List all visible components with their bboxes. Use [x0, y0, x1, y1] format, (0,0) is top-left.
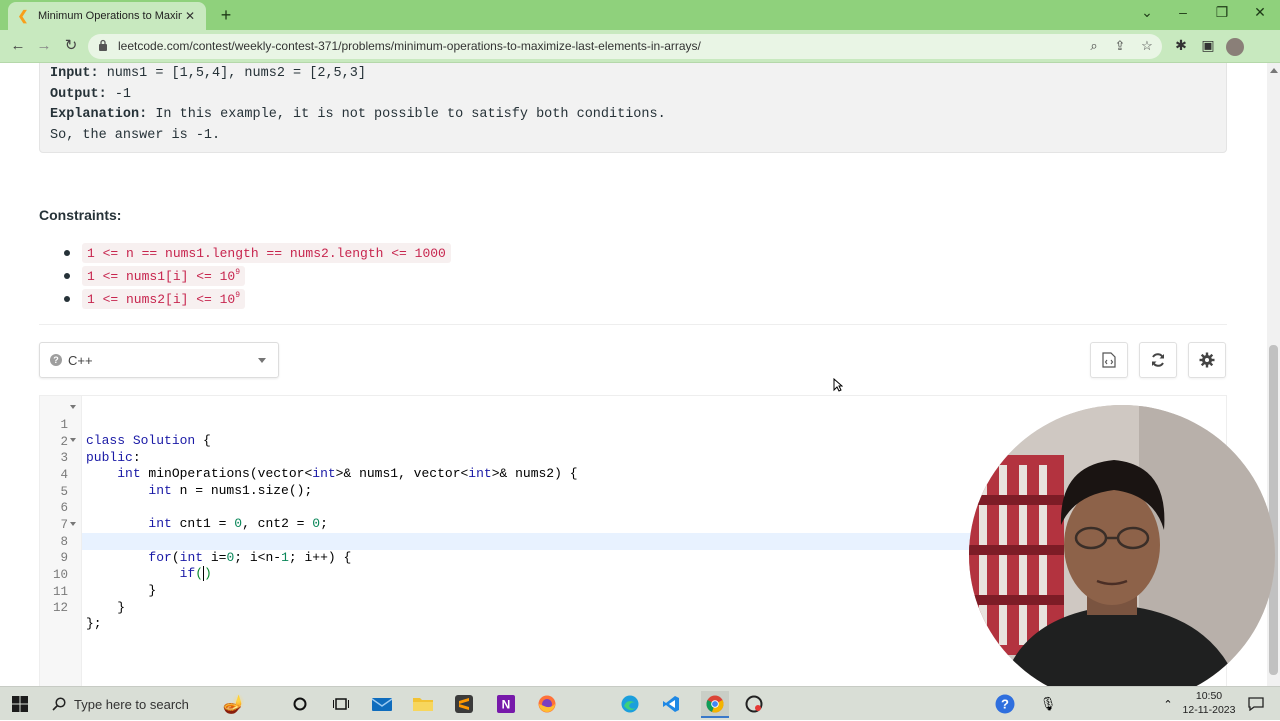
- windows-taskbar: Type here to search 🪔 N ? 🎙 ⌃ 10:50 12-1…: [0, 686, 1280, 720]
- close-window-icon[interactable]: ✕: [1250, 4, 1270, 21]
- forward-icon[interactable]: →: [35, 37, 53, 55]
- example-explanation-cont: So, the answer is -1.: [50, 127, 221, 143]
- fold-icon[interactable]: [70, 405, 76, 409]
- back-icon[interactable]: ←: [9, 37, 27, 55]
- code-line[interactable]: 1 class Solution {: [40, 400, 1226, 448]
- language-label: C++: [68, 352, 93, 368]
- share-icon[interactable]: ⇪: [1112, 38, 1128, 54]
- tab-search-icon[interactable]: ⌄: [1137, 4, 1157, 21]
- constraints-title: Constraints:: [39, 207, 122, 223]
- windows-start-icon[interactable]: [8, 692, 32, 716]
- url-text: leetcode.com/contest/weekly-contest-371/…: [118, 39, 701, 53]
- fold-icon[interactable]: [70, 522, 76, 526]
- browser-tab[interactable]: ❮ Minimum Operations to Maximiz ✕: [8, 2, 206, 30]
- browser-toolbar: ← → ↻ leetcode.com/contest/weekly-contes…: [0, 30, 1280, 63]
- presenter-video: [969, 405, 1275, 705]
- microphone-icon[interactable]: 🎙: [1036, 692, 1060, 716]
- address-bar[interactable]: leetcode.com/contest/weekly-contest-371/…: [88, 34, 1162, 59]
- bullet: [64, 295, 70, 302]
- language-select[interactable]: ? C++: [39, 342, 279, 378]
- notifications-icon[interactable]: [1244, 692, 1268, 716]
- search-icon: [52, 697, 66, 711]
- extensions-icon[interactable]: ✱: [1172, 37, 1190, 54]
- new-tab-button[interactable]: +: [216, 5, 236, 25]
- tray-overflow-icon[interactable]: ⌃: [1156, 692, 1180, 716]
- maximize-icon[interactable]: ❐: [1212, 4, 1232, 21]
- star-icon[interactable]: ☆: [1139, 38, 1155, 54]
- bullet: [64, 272, 70, 279]
- leetcode-icon: ❮: [17, 8, 29, 23]
- example-block: Input: nums1 = [1,5,4], nums2 = [2,5,3] …: [39, 63, 1227, 153]
- divider: [39, 324, 1227, 325]
- search-placeholder: Type here to search: [74, 696, 189, 712]
- gear-icon: [1199, 352, 1215, 368]
- onenote-icon[interactable]: N: [494, 692, 518, 716]
- firefox-icon[interactable]: [535, 692, 559, 716]
- help-icon[interactable]: ?: [50, 354, 62, 366]
- cortana-icon[interactable]: [288, 692, 312, 716]
- clock-time: 10:50: [1195, 690, 1223, 702]
- browser-tab-bar: ❮ Minimum Operations to Maximiz ✕ + ⌄ – …: [0, 0, 1280, 30]
- help-tray-icon[interactable]: ?: [993, 692, 1017, 716]
- reset-button[interactable]: [1139, 342, 1177, 378]
- chevron-down-icon: [258, 358, 266, 363]
- scroll-up-icon[interactable]: [1270, 68, 1278, 73]
- example-explanation: Explanation: In this example, it is not …: [50, 107, 666, 122]
- sidepanel-icon[interactable]: ▣: [1199, 37, 1217, 54]
- reset-icon: [1152, 353, 1164, 367]
- code-file-icon: [1102, 352, 1116, 368]
- lock-icon: [99, 39, 107, 51]
- screen-recorder-icon[interactable]: [742, 692, 766, 716]
- settings-button[interactable]: [1188, 342, 1226, 378]
- chrome-icon[interactable]: [701, 691, 729, 718]
- webcam-overlay: [969, 405, 1275, 705]
- code-file-button[interactable]: [1090, 342, 1128, 378]
- taskbar-clock[interactable]: 10:50 12-11-2023: [1178, 689, 1240, 717]
- avatar[interactable]: [1226, 38, 1244, 56]
- bullet: [64, 249, 70, 256]
- vscode-icon[interactable]: [659, 692, 683, 716]
- constraint-item: 1 <= nums2[i] <= 109: [64, 288, 246, 309]
- task-view-icon[interactable]: [329, 692, 353, 716]
- file-explorer-icon[interactable]: [411, 692, 435, 716]
- clock-date: 12-11-2023: [1182, 704, 1236, 716]
- example-output: Output: -1: [50, 86, 132, 102]
- scrollbar-thumb[interactable]: [1269, 345, 1278, 675]
- reload-icon[interactable]: ↻: [62, 37, 80, 55]
- sublime-text-icon[interactable]: [452, 692, 476, 716]
- mail-icon[interactable]: [370, 692, 394, 716]
- constraint-item: 1 <= n == nums1.length == nums2.length <…: [64, 242, 451, 263]
- tab-close-icon[interactable]: ✕: [182, 9, 198, 23]
- edge-icon[interactable]: [618, 692, 642, 716]
- fold-icon[interactable]: [70, 438, 76, 442]
- tab-title: Minimum Operations to Maximiz: [38, 10, 182, 22]
- mouse-cursor: [833, 378, 843, 392]
- zoom-icon[interactable]: ⌕: [1086, 38, 1102, 54]
- diwali-lamp-icon: 🪔: [222, 693, 246, 714]
- constraint-item: 1 <= nums1[i] <= 109: [64, 265, 246, 286]
- minimize-icon[interactable]: –: [1173, 4, 1193, 20]
- svg-text:N: N: [502, 698, 511, 712]
- example-input: Input: nums1 = [1,5,4], nums2 = [2,5,3]: [50, 66, 366, 81]
- svg-text:?: ?: [1001, 697, 1009, 712]
